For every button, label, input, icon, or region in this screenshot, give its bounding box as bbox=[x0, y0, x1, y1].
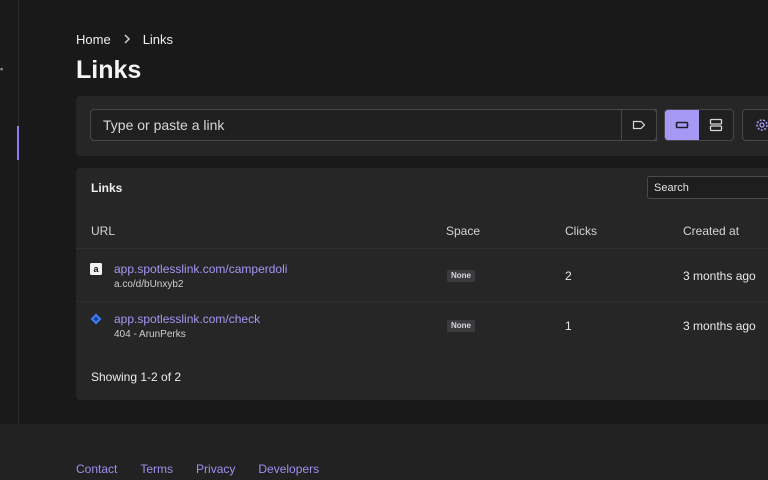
link-input[interactable] bbox=[91, 110, 656, 140]
table-row[interactable]: app.spotlesslink.com/check 404 - ArunPer… bbox=[76, 300, 768, 350]
chevron-right-icon bbox=[121, 33, 133, 47]
breadcrumb: Home Links bbox=[76, 32, 173, 47]
tag-icon bbox=[632, 120, 646, 130]
page-title: Links bbox=[76, 56, 142, 84]
compact-view-icon bbox=[675, 121, 689, 129]
footer-link-terms[interactable]: Terms bbox=[140, 462, 173, 476]
link-input-card bbox=[76, 96, 768, 156]
breadcrumb-home[interactable]: Home bbox=[76, 32, 111, 47]
diamond-icon bbox=[90, 312, 102, 325]
view-toggle bbox=[664, 109, 734, 141]
column-header-space[interactable]: Space bbox=[446, 224, 480, 238]
clicks-count: 1 bbox=[565, 319, 572, 333]
space-badge: None bbox=[447, 270, 475, 282]
space-badge: None bbox=[447, 320, 475, 332]
sidebar: ▪ bbox=[0, 0, 19, 424]
search-box bbox=[647, 176, 768, 199]
breadcrumb-current: Links bbox=[142, 32, 174, 47]
created-at: 3 months ago bbox=[683, 319, 756, 333]
table-title: Links bbox=[91, 181, 123, 195]
footer-link-privacy[interactable]: Privacy bbox=[196, 462, 235, 476]
clicks-count: 2 bbox=[565, 269, 572, 283]
destination-url: 404 - ArunPerks bbox=[114, 329, 186, 340]
destination-url: a.co/d/bUnxyb2 bbox=[114, 279, 184, 290]
footer-links: Contact Terms Privacy Developers bbox=[76, 462, 319, 476]
tag-button[interactable] bbox=[621, 109, 657, 141]
amazon-icon: a bbox=[90, 262, 102, 275]
short-url-link[interactable]: app.spotlesslink.com/check bbox=[114, 312, 260, 326]
table-row[interactable]: a app.spotlesslink.com/camperdoli a.co/d… bbox=[76, 250, 768, 300]
links-table-card: Links URL Space Clicks Created at a app.… bbox=[76, 168, 768, 400]
link-input-wrapper bbox=[90, 109, 657, 141]
sidebar-dot: ▪ bbox=[0, 64, 4, 74]
created-at: 3 months ago bbox=[683, 269, 756, 283]
row-divider bbox=[76, 248, 768, 249]
footer-link-developers[interactable]: Developers bbox=[258, 462, 319, 476]
settings-button[interactable] bbox=[742, 109, 768, 141]
column-header-clicks[interactable]: Clicks bbox=[565, 224, 597, 238]
footer-link-contact[interactable]: Contact bbox=[76, 462, 117, 476]
column-header-url[interactable]: URL bbox=[91, 224, 115, 238]
list-view-icon bbox=[709, 118, 723, 132]
pagination-summary: Showing 1-2 of 2 bbox=[91, 370, 182, 384]
column-header-created[interactable]: Created at bbox=[683, 224, 739, 238]
search-input[interactable] bbox=[648, 177, 768, 198]
gear-icon bbox=[756, 119, 768, 131]
compact-view-button[interactable] bbox=[665, 110, 699, 140]
list-view-button[interactable] bbox=[699, 110, 733, 140]
short-url-link[interactable]: app.spotlesslink.com/camperdoli bbox=[114, 262, 287, 276]
